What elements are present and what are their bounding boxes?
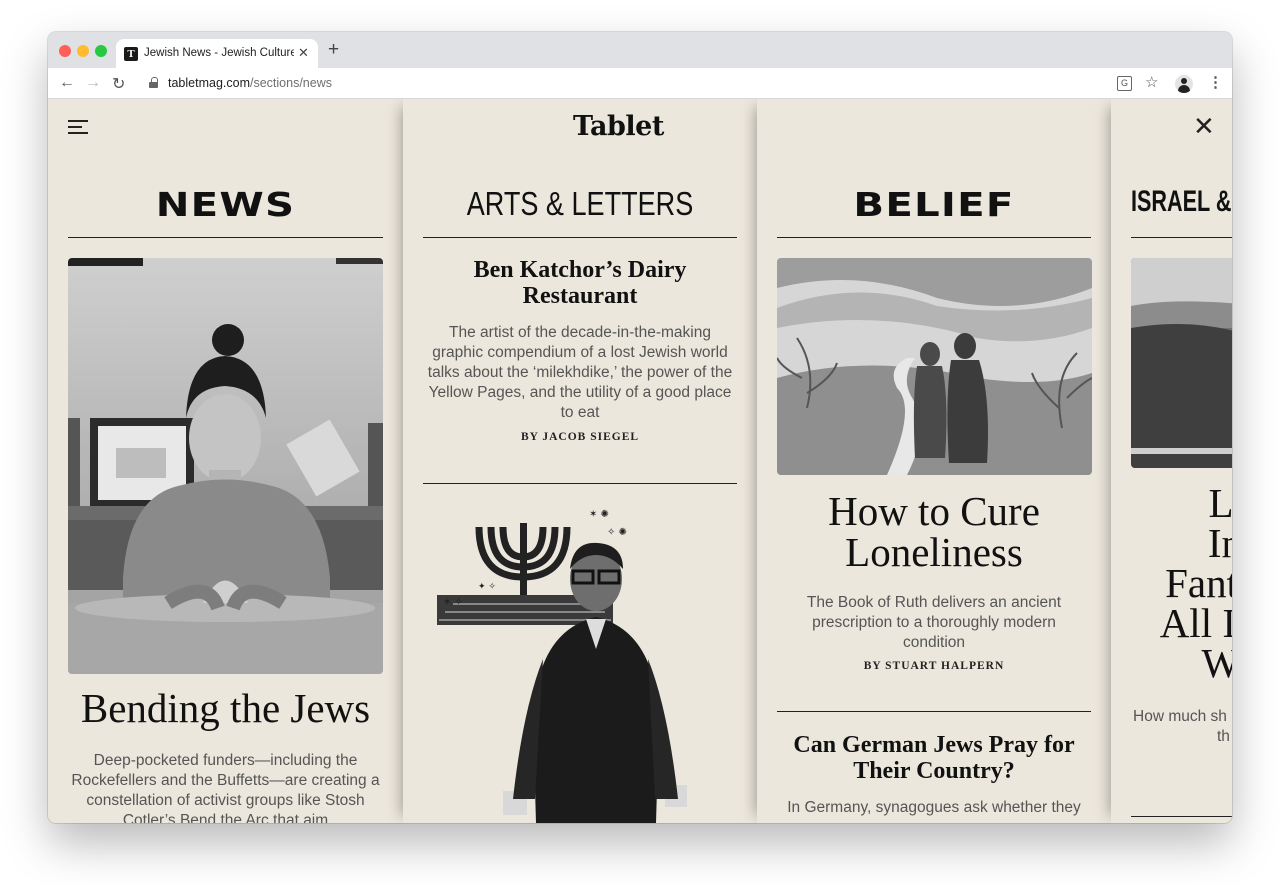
- tab-bar: T Jewish News - Jewish Culture ✕ +: [48, 32, 1232, 68]
- divider: [423, 237, 737, 238]
- back-arrow-icon[interactable]: ←: [59, 74, 75, 92]
- svg-text:✧ ✺: ✧ ✺: [607, 527, 627, 538]
- section-title[interactable]: ISRAEL &: [1131, 185, 1231, 219]
- article-headline-secondary[interactable]: Can German Jews Pray for Their Country?: [785, 732, 1083, 785]
- url-host: tabletmag.com: [168, 76, 250, 90]
- article-headline[interactable]: Bending the Jews: [68, 688, 383, 729]
- site-logo[interactable]: Tablet: [573, 111, 664, 142]
- divider: [777, 237, 1091, 238]
- bookmark-star-icon[interactable]: ☆: [1145, 73, 1158, 91]
- article-byline[interactable]: BY JACOB SIEGEL: [423, 431, 737, 443]
- divider: [1131, 237, 1232, 238]
- section-belief: BELIEF How to Cure Loneliness The Book o…: [757, 99, 1111, 823]
- browser-window: T Jewish News - Jewish Culture ✕ + ← → ↻…: [48, 32, 1232, 823]
- dek-line: th: [1217, 728, 1230, 745]
- section-title[interactable]: ARTS & LETTERS: [451, 185, 708, 223]
- hamburger-menu-icon[interactable]: [68, 119, 88, 135]
- new-tab-icon[interactable]: +: [328, 39, 339, 61]
- article-painting[interactable]: [777, 258, 1092, 475]
- article-photo-landscape[interactable]: [1131, 258, 1232, 468]
- headline-line: Lo: [1208, 480, 1232, 526]
- svg-text:✦ ✧: ✦ ✧: [478, 582, 496, 592]
- minimize-window-button[interactable]: [77, 45, 89, 57]
- divider: [423, 483, 737, 484]
- tab-title: Jewish News - Jewish Culture: [144, 47, 294, 59]
- forward-arrow-icon[interactable]: →: [85, 74, 101, 92]
- article-byline[interactable]: BY STUART HALPERN: [777, 660, 1091, 672]
- svg-text:✶ ✺: ✶ ✺: [589, 509, 609, 520]
- page-viewport: NEWS Bending the Jews Deep-pocketed fund…: [48, 99, 1232, 823]
- more-menu-icon[interactable]: ⋮: [1208, 73, 1223, 91]
- close-window-button[interactable]: [59, 45, 71, 57]
- article-dek: The Book of Ruth delivers an ancient pre…: [806, 594, 1062, 651]
- tab-close-icon[interactable]: ✕: [298, 45, 309, 61]
- article-headline[interactable]: Ben Katchor’s Dairy Restaurant: [443, 257, 717, 310]
- url-path: /sections/news: [249, 76, 332, 90]
- article-headline[interactable]: Lo In Fant All I Wi: [1111, 480, 1232, 686]
- article-dek: Deep-pocketed funders—including the Rock…: [71, 752, 380, 823]
- zoom-window-button[interactable]: [95, 45, 107, 57]
- article-dek: How much sh th: [1133, 707, 1232, 747]
- article-illustration-menorah[interactable]: ✶ ✧ ✦ ✧ ✶ ✺ ✧ ✺: [433, 499, 723, 823]
- divider: [777, 711, 1091, 712]
- section-news: NEWS Bending the Jews Deep-pocketed fund…: [48, 99, 403, 823]
- close-icon[interactable]: ✕: [1193, 113, 1215, 139]
- browser-toolbar: ← → ↻ tabletmag.com/sections/news G ☆ ⋮: [48, 68, 1232, 99]
- headline-line: Wi: [1201, 640, 1232, 686]
- section-israel: ISRAEL & Lo In Fant All I Wi How much: [1111, 99, 1232, 823]
- headline-line: In: [1207, 520, 1232, 566]
- article-dek-secondary: In Germany, synagogues ask whether they: [787, 799, 1081, 816]
- browser-tab[interactable]: T Jewish News - Jewish Culture ✕: [116, 39, 318, 68]
- lock-icon[interactable]: [149, 77, 158, 88]
- divider: [1131, 816, 1232, 817]
- address-bar[interactable]: tabletmag.com/sections/news: [168, 76, 332, 90]
- tablet-favicon-icon: T: [124, 47, 138, 61]
- article-headline[interactable]: How to Cure Loneliness: [777, 491, 1091, 573]
- article-photo-woman[interactable]: [68, 258, 383, 674]
- headline-line: Fant: [1165, 560, 1232, 606]
- profile-avatar[interactable]: [1175, 75, 1193, 93]
- dek-line: How much sh: [1133, 708, 1227, 725]
- section-title[interactable]: BELIEF: [757, 185, 1111, 224]
- headline-line: All I: [1159, 600, 1232, 646]
- article-dek: The artist of the decade-in-the-making g…: [427, 324, 733, 421]
- svg-text:✶ ✧: ✶ ✧: [443, 597, 463, 608]
- reload-icon[interactable]: ↻: [112, 74, 125, 94]
- divider: [68, 237, 383, 238]
- translate-icon[interactable]: G: [1117, 76, 1132, 91]
- section-title[interactable]: NEWS: [48, 185, 403, 224]
- section-arts-letters: ARTS & LETTERS Ben Katchor’s Dairy Resta…: [403, 99, 757, 823]
